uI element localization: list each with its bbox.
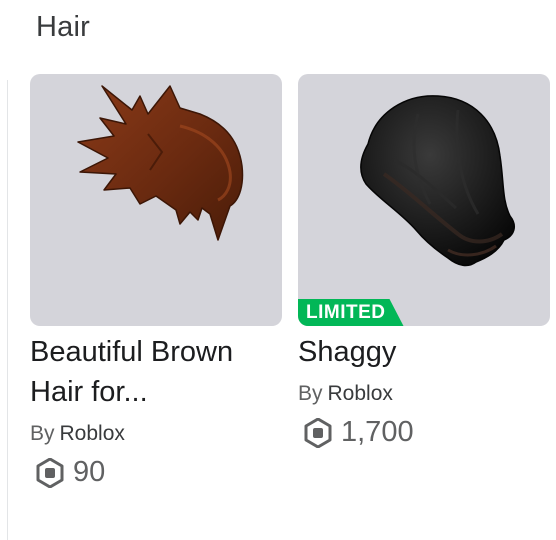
price-value: 1,700 [341, 416, 414, 448]
item-price: 1,700 [298, 416, 550, 449]
item-card[interactable]: LIMITED Shaggy By Roblox 1,700 [298, 74, 550, 449]
item-thumbnail[interactable] [30, 74, 282, 326]
item-thumbnail[interactable]: LIMITED [298, 74, 550, 326]
robux-icon [304, 417, 332, 448]
section-title: Hair [36, 11, 90, 43]
left-panel-edge [0, 80, 8, 540]
item-creator: By Roblox [298, 382, 550, 406]
creator-link[interactable]: Roblox [328, 382, 393, 405]
limited-badge: LIMITED [298, 299, 404, 326]
creator-link[interactable]: Roblox [60, 422, 125, 445]
item-card[interactable]: Beautiful Brown Hair for... By Roblox 90 [30, 74, 282, 489]
price-value: 90 [73, 456, 106, 488]
item-price: 90 [30, 456, 282, 489]
creator-by-label: By [298, 382, 323, 405]
robux-icon [36, 457, 64, 488]
item-creator: By Roblox [30, 422, 282, 446]
black-shaggy-hair-icon [360, 95, 515, 267]
creator-by-label: By [30, 422, 55, 445]
item-name[interactable]: Shaggy [298, 332, 550, 372]
item-name[interactable]: Beautiful Brown Hair for... [30, 332, 282, 412]
brown-spiky-hair-icon [77, 85, 244, 241]
